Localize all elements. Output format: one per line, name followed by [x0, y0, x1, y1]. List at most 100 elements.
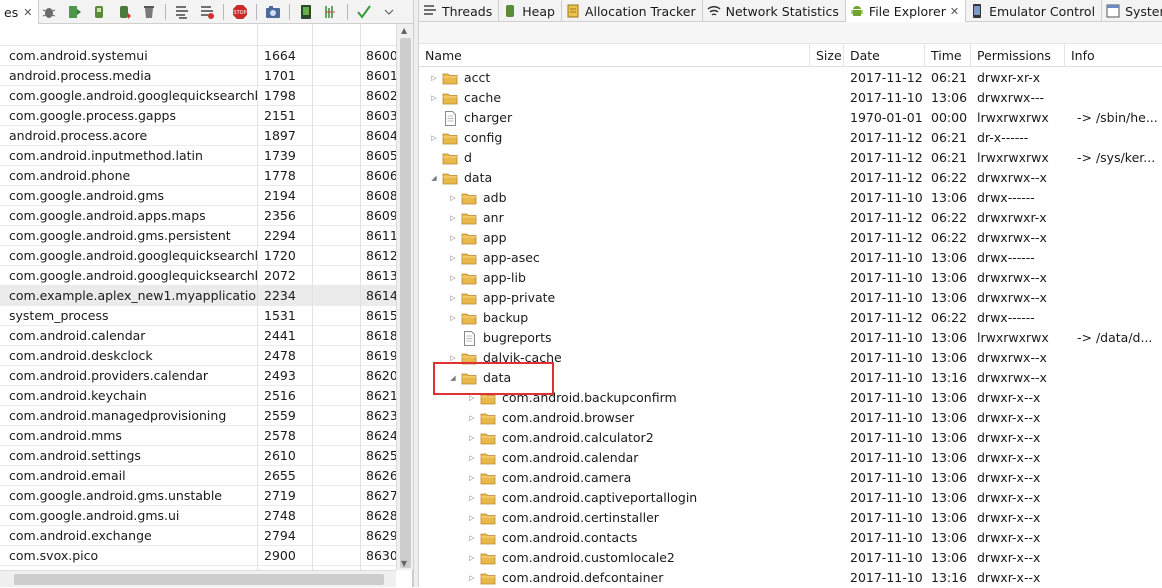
- file-tree-row[interactable]: bugreports 2017-11-10 13:06 lrwxrwxrwx -> /d…: [419, 328, 1162, 348]
- collapsed-arrow-icon[interactable]: ▷: [467, 548, 477, 568]
- devices-tab[interactable]: es ✕: [0, 0, 40, 24]
- column-header-permissions[interactable]: Permissions: [971, 44, 1065, 67]
- scroll-up-icon[interactable]: ▲: [401, 26, 407, 35]
- scrollbar-thumb[interactable]: [400, 38, 411, 568]
- expanded-arrow-icon[interactable]: ◢: [429, 168, 439, 188]
- collapsed-arrow-icon[interactable]: ▷: [448, 268, 458, 288]
- capture-opengl-trace-icon[interactable]: [355, 3, 373, 21]
- column-header-info[interactable]: Info: [1065, 44, 1162, 67]
- file-tree-row[interactable]: ◢ data 2017-11-10 13:16 drwxrwx--x: [419, 368, 1162, 388]
- collapsed-arrow-icon[interactable]: ▷: [467, 428, 477, 448]
- process-row[interactable]: com.android.settings 2610 8625: [0, 446, 396, 466]
- tab-network-statistics[interactable]: Network Statistics: [703, 0, 846, 22]
- file-tree-row[interactable]: ▷ app-private 2017-11-10 13:06 drwxrwx--x: [419, 288, 1162, 308]
- collapsed-arrow-icon[interactable]: ▷: [467, 388, 477, 408]
- file-tree-row[interactable]: ▷ com.android.backupconfirm 2017-11-10 13:0…: [419, 388, 1162, 408]
- collapsed-arrow-icon[interactable]: ▷: [429, 128, 439, 148]
- start-method-profiling-icon[interactable]: [198, 3, 216, 21]
- process-row[interactable]: com.google.android.apps.maps 2356 8609: [0, 206, 396, 226]
- tab-threads[interactable]: Threads: [419, 0, 500, 22]
- collapsed-arrow-icon[interactable]: ▷: [448, 208, 458, 228]
- file-tree-row[interactable]: ▷ config 2017-11-12 06:21 dr-x------: [419, 128, 1162, 148]
- column-header-date[interactable]: Date: [844, 44, 925, 67]
- collapsed-arrow-icon[interactable]: ▷: [467, 508, 477, 528]
- process-row[interactable]: system_process 1531 8615: [0, 306, 396, 326]
- file-tree-row[interactable]: ▷ com.android.certinstaller 2017-11-10 13:0…: [419, 508, 1162, 528]
- process-row[interactable]: android.process.media 1701 8601: [0, 66, 396, 86]
- process-row[interactable]: com.android.systemui 1664 8600: [0, 46, 396, 66]
- process-row[interactable]: com.google.android.googlequicksearchbo 20…: [0, 266, 396, 286]
- collapsed-arrow-icon[interactable]: ▷: [448, 228, 458, 248]
- collapsed-arrow-icon[interactable]: ▷: [448, 248, 458, 268]
- file-tree-row[interactable]: ▷ com.android.browser 2017-11-10 13:06 drwxr…: [419, 408, 1162, 428]
- process-row[interactable]: com.google.android.gms.persistent 2294 861…: [0, 226, 396, 246]
- file-tree-row[interactable]: ▷ com.android.customlocale2 2017-11-10 13:0…: [419, 548, 1162, 568]
- process-row[interactable]: com.android.deskclock 2478 8619: [0, 346, 396, 366]
- tab-heap[interactable]: Heap: [499, 0, 562, 22]
- process-row[interactable]: com.android.mms 2578 8624: [0, 426, 396, 446]
- process-row[interactable]: com.svox.pico 2900 8630: [0, 546, 396, 566]
- cause-gc-icon[interactable]: [140, 3, 158, 21]
- bug-icon[interactable]: [40, 3, 58, 21]
- file-tree-row[interactable]: ▷ anr 2017-11-12 06:22 drwxrwxr-x: [419, 208, 1162, 228]
- file-tree-row[interactable]: ▷ com.android.calculator2 2017-11-10 13:06 d…: [419, 428, 1162, 448]
- tab-system-infor[interactable]: System Infor: [1102, 0, 1162, 22]
- file-tree-row[interactable]: ▷ com.android.captiveportallogin 2017-11-1…: [419, 488, 1162, 508]
- collapsed-arrow-icon[interactable]: ▷: [467, 528, 477, 548]
- collapsed-arrow-icon[interactable]: ▷: [467, 448, 477, 468]
- close-icon[interactable]: ✕: [950, 5, 959, 18]
- dump-hprof-icon[interactable]: [115, 3, 133, 21]
- dump-view-hierarchy-icon[interactable]: [322, 3, 340, 21]
- collapsed-arrow-icon[interactable]: ▷: [448, 308, 458, 328]
- collapsed-arrow-icon[interactable]: ▷: [448, 188, 458, 208]
- file-tree-row[interactable]: ▷ backup 2017-11-12 06:22 drwx------: [419, 308, 1162, 328]
- collapsed-arrow-icon[interactable]: ▷: [467, 468, 477, 488]
- process-table-vertical-scrollbar[interactable]: ▲ ▼: [396, 24, 413, 570]
- file-tree-row[interactable]: ▷ cache 2017-11-10 13:06 drwxrwx---: [419, 88, 1162, 108]
- file-tree-row[interactable]: ▷ app-asec 2017-11-10 13:06 drwx------: [419, 248, 1162, 268]
- collapsed-arrow-icon[interactable]: ▷: [467, 568, 477, 588]
- file-tree-row[interactable]: ▷ acct 2017-11-12 06:21 drwxr-xr-x: [419, 68, 1162, 88]
- collapsed-arrow-icon[interactable]: ▷: [467, 408, 477, 428]
- process-row[interactable]: com.android.phone 1778 8606: [0, 166, 396, 186]
- process-row[interactable]: com.android.calendar 2441 8618: [0, 326, 396, 346]
- file-tree-row[interactable]: ▷ com.android.calendar 2017-11-10 13:06 drwx…: [419, 448, 1162, 468]
- systrace-icon[interactable]: [297, 3, 315, 21]
- process-row[interactable]: com.google.android.googlequicksearchbo 17…: [0, 86, 396, 106]
- update-threads-icon[interactable]: [173, 3, 191, 21]
- tab-file-explorer[interactable]: File Explorer ✕: [845, 0, 967, 22]
- process-row[interactable]: com.google.android.googlequicksearchbo 17…: [0, 246, 396, 266]
- collapsed-arrow-icon[interactable]: ▷: [429, 88, 439, 108]
- file-tree-row[interactable]: ▷ com.android.defcontainer 2017-11-10 13:16…: [419, 568, 1162, 588]
- scrollbar-thumb[interactable]: [14, 574, 384, 585]
- view-menu-icon[interactable]: [380, 3, 398, 21]
- process-row[interactable]: com.android.email 2655 8626: [0, 466, 396, 486]
- process-row[interactable]: com.example.aplex_new1.myapplication 2234…: [0, 286, 396, 306]
- stop-process-icon[interactable]: STOP: [231, 3, 249, 21]
- column-header-name[interactable]: Name: [419, 44, 810, 67]
- column-header-size[interactable]: Size: [810, 44, 844, 67]
- process-row[interactable]: com.android.keychain 2516 8621: [0, 386, 396, 406]
- collapsed-arrow-icon[interactable]: ▷: [467, 488, 477, 508]
- scroll-down-icon[interactable]: ▼: [401, 559, 407, 568]
- close-icon[interactable]: ✕: [23, 6, 32, 19]
- process-row[interactable]: com.android.inputmethod.latin 1739 8605: [0, 146, 396, 166]
- file-tree-row[interactable]: ▷ com.android.contacts 2017-11-10 13:06 drwx…: [419, 528, 1162, 548]
- file-tree-row[interactable]: ▷ adb 2017-11-10 13:06 drwx------: [419, 188, 1162, 208]
- file-tree-row[interactable]: ▷ dalvik-cache 2017-11-10 13:06 drwxrwx--x: [419, 348, 1162, 368]
- debug-process-icon[interactable]: [65, 3, 83, 21]
- file-tree-row[interactable]: ▷ app-lib 2017-11-10 13:06 drwxrwx--x: [419, 268, 1162, 288]
- file-tree-row[interactable]: ▷ com.android.camera 2017-11-10 13:06 drwxr-…: [419, 468, 1162, 488]
- process-row[interactable]: com.android.providers.calendar 2493 8620: [0, 366, 396, 386]
- process-row[interactable]: com.google.android.gms 2194 8608: [0, 186, 396, 206]
- process-row[interactable]: com.android.managedprovisioning 2559 8623: [0, 406, 396, 426]
- file-tree-row[interactable]: d 2017-11-12 06:21 lrwxrwxrwx -> /sys/ker...: [419, 148, 1162, 168]
- expanded-arrow-icon[interactable]: ◢: [448, 368, 458, 388]
- process-row[interactable]: android.process.acore 1897 8604: [0, 126, 396, 146]
- file-tree-row[interactable]: ◢ data 2017-11-12 06:22 drwxrwx--x: [419, 168, 1162, 188]
- collapsed-arrow-icon[interactable]: ▷: [448, 288, 458, 308]
- collapsed-arrow-icon[interactable]: ▷: [429, 68, 439, 88]
- process-row[interactable]: com.android.exchange 2794 8629: [0, 526, 396, 546]
- column-header-time[interactable]: Time: [925, 44, 971, 67]
- process-row[interactable]: com.google.process.gapps 2151 8603: [0, 106, 396, 126]
